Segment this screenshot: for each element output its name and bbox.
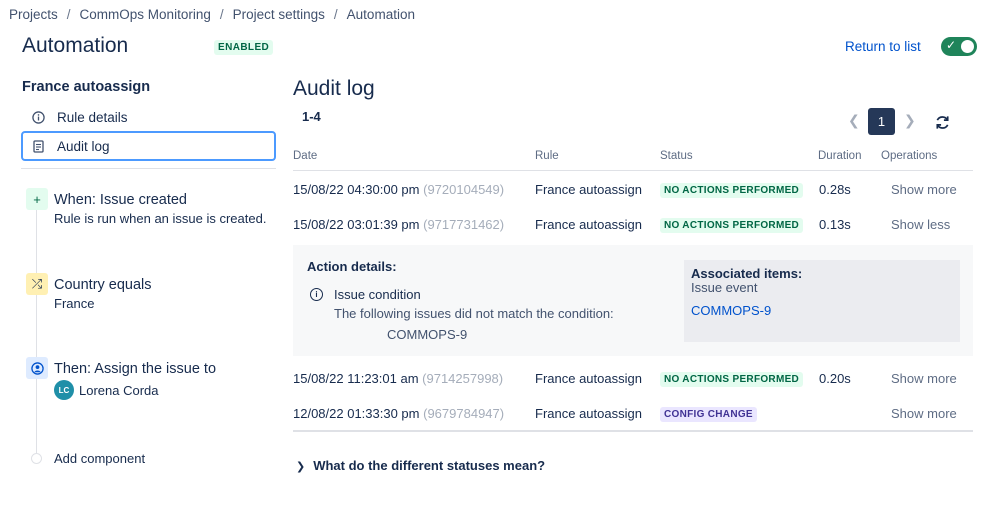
avatar: LC (54, 380, 74, 400)
row-date: 15/08/22 11:23:01 am (293, 371, 419, 386)
add-component-button[interactable]: Add component (54, 451, 145, 466)
section-title: Audit log (293, 77, 375, 100)
row-duration: 0.13s (819, 217, 851, 232)
column-header-rule: Rule (535, 150, 559, 162)
header-divider (293, 170, 973, 171)
breadcrumb-project[interactable]: CommOps Monitoring (80, 7, 211, 22)
associated-event: Issue event (691, 280, 758, 295)
row-id: (9714257998) (422, 371, 504, 386)
sidebar-item-label: Audit log (57, 138, 110, 154)
status-lozenge: CONFIG CHANGE (660, 407, 757, 422)
refresh-icon[interactable] (934, 114, 951, 136)
row-rule: France autoassign (535, 182, 642, 197)
row-date: 12/08/22 01:33:30 pm (293, 406, 420, 421)
document-icon (31, 139, 45, 153)
status-lozenge: NO ACTIONS PERFORMED (660, 218, 804, 233)
table-row: 15/08/22 03:01:39 pm (9717731462) (293, 217, 504, 232)
page-header: Automation (22, 34, 128, 58)
status-lozenge: NO ACTIONS PERFORMED (660, 372, 804, 387)
row-duration: 0.20s (819, 371, 851, 386)
row-duration: 0.28s (819, 182, 851, 197)
show-less-button[interactable]: Show less (891, 217, 950, 232)
row-id: (9720104549) (423, 182, 505, 197)
breadcrumb-automation[interactable]: Automation (347, 7, 415, 22)
row-date: 15/08/22 04:30:00 pm (293, 182, 420, 197)
row-id: (9717731462) (423, 217, 505, 232)
show-more-button[interactable]: Show more (891, 371, 957, 386)
page-title: Automation (22, 34, 129, 57)
trigger-subtitle: Rule is run when an issue is created. (54, 211, 267, 226)
column-header-duration: Duration (818, 150, 862, 162)
info-icon (31, 110, 45, 124)
breadcrumb: Projects / CommOps Monitoring / Project sett… (9, 7, 415, 22)
person-icon (26, 357, 48, 379)
table-row: 15/08/22 04:30:00 pm (9720104549) (293, 182, 504, 197)
faq-label: What do the different statuses mean? (313, 458, 546, 473)
column-header-date: Date (293, 150, 318, 162)
assignee-name: Lorena Corda (79, 383, 159, 398)
trigger-title[interactable]: When: Issue created (54, 192, 187, 208)
action-title[interactable]: Then: Assign the issue to (54, 361, 216, 377)
chevron-left-icon[interactable]: ❮ (848, 112, 860, 129)
rule-enabled-toggle[interactable]: ✓ (941, 37, 977, 56)
row-id: (9679784947) (423, 406, 505, 421)
plus-icon: + (26, 188, 48, 210)
issue-condition-title: Issue condition (334, 287, 421, 302)
sidebar-item-audit-log[interactable]: Audit log (21, 131, 276, 161)
issue-condition-key: COMMOPS-9 (387, 327, 468, 342)
result-range: 1-4 (302, 109, 321, 124)
associated-items-title: Associated items: (691, 266, 803, 281)
chevron-right-icon[interactable]: ❯ (904, 112, 916, 129)
column-header-operations: Operations (881, 150, 938, 162)
shuffle-icon: ⤮ (26, 273, 48, 295)
breadcrumb-projects[interactable]: Projects (9, 7, 58, 22)
add-component-dot (31, 453, 42, 464)
show-more-button[interactable]: Show more (891, 182, 957, 197)
row-rule: France autoassign (535, 371, 642, 386)
status-badge: ENABLED (214, 40, 274, 55)
table-row: 12/08/22 01:33:30 pm (9679784947) (293, 406, 504, 421)
action-details-title: Action details: (307, 259, 397, 274)
timeline-line (36, 210, 37, 455)
breadcrumb-project-settings[interactable]: Project settings (233, 7, 325, 22)
chevron-right-icon: ❯ (296, 461, 306, 473)
statuses-faq-expander[interactable]: ❯ What do the different statuses mean? (296, 458, 545, 473)
status-lozenge: NO ACTIONS PERFORMED (660, 183, 804, 198)
sidebar-item-label: Rule details (57, 109, 128, 125)
check-icon: ✓ (946, 38, 957, 52)
page-button-current[interactable]: 1 (868, 108, 895, 135)
sidebar-divider (21, 168, 276, 169)
return-to-list-link[interactable]: Return to list (845, 39, 921, 54)
row-rule: France autoassign (535, 217, 642, 232)
condition-subtitle: France (54, 296, 95, 311)
table-row: 15/08/22 11:23:01 am (9714257998) (293, 371, 503, 386)
rule-name: France autoassign (22, 79, 151, 95)
table-bottom-divider (293, 430, 973, 432)
associated-issue-link[interactable]: COMMOPS-9 (691, 303, 771, 318)
condition-title[interactable]: Country equals (54, 277, 152, 293)
row-rule: France autoassign (535, 406, 642, 421)
column-header-status: Status (660, 150, 693, 162)
show-more-button[interactable]: Show more (891, 406, 957, 421)
issue-condition-description: The following issues did not match the c… (334, 306, 614, 321)
row-date: 15/08/22 03:01:39 pm (293, 217, 420, 232)
info-icon: i (310, 288, 323, 301)
toggle-knob (961, 40, 974, 53)
sidebar-item-rule-details[interactable]: Rule details (21, 102, 276, 132)
